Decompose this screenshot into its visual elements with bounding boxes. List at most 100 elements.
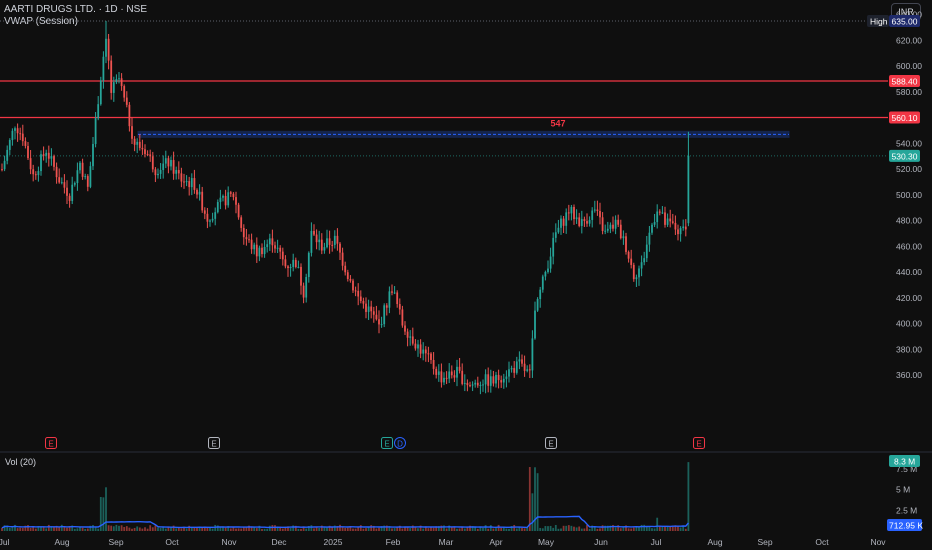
candle-body: [58, 177, 61, 183]
volume-bar: [354, 528, 357, 531]
candle-body: [565, 212, 568, 226]
candle-body: [112, 82, 115, 93]
candle-body: [508, 369, 510, 377]
volume-bar: [476, 528, 479, 531]
time-tick-label: Apr: [489, 537, 502, 547]
volume-bar: [344, 527, 347, 531]
candle-body: [614, 219, 617, 229]
candle-body: [42, 154, 45, 156]
candle-body: [180, 173, 183, 182]
candle-body: [19, 133, 22, 135]
volume-bar: [263, 528, 266, 531]
volume-bar: [482, 527, 484, 531]
candle-body: [81, 162, 84, 177]
candle-body: [45, 152, 48, 156]
candle-body: [604, 230, 607, 232]
price-chart[interactable]: 660.00640.00620.00600.00580.00540.00520.…: [0, 0, 932, 550]
candle-body: [466, 382, 469, 386]
volume-bar: [601, 525, 604, 531]
volume-bar: [289, 527, 292, 531]
candle-body: [336, 235, 339, 244]
candle-body: [248, 239, 250, 241]
candle-body: [417, 344, 419, 349]
candle-body: [440, 371, 443, 383]
candle-body: [638, 268, 640, 278]
volume-bar: [170, 527, 172, 531]
volume-bar: [661, 526, 664, 531]
candle-body: [162, 163, 165, 170]
volume-bar: [310, 525, 313, 531]
candle-body: [567, 212, 570, 214]
high-tag-label: High: [870, 17, 888, 27]
candle-body: [76, 170, 79, 184]
time-tick-label: Jun: [594, 537, 608, 547]
volume-bar: [684, 528, 687, 531]
candle-body: [307, 252, 310, 278]
candle-body: [227, 192, 230, 206]
volume-bar: [216, 525, 219, 531]
volume-bar: [131, 528, 133, 531]
candle-body: [214, 212, 217, 219]
candle-body: [492, 376, 495, 384]
volume-bar: [588, 528, 591, 531]
candle-body: [552, 237, 555, 257]
time-tick-label: Jul: [0, 537, 10, 547]
candle-body: [315, 234, 318, 243]
candle-body: [344, 265, 347, 273]
volume-bar: [378, 527, 380, 531]
candle-body: [606, 228, 609, 231]
candle-body: [354, 290, 357, 292]
volume-bar: [492, 528, 495, 531]
candle-body: [549, 256, 552, 269]
candle-body: [677, 229, 679, 235]
candle-body: [526, 369, 529, 371]
volume-bar: [391, 528, 393, 531]
candle-body: [367, 306, 370, 312]
candle-body: [495, 374, 497, 384]
candle-body: [164, 158, 167, 164]
time-tick-label: Oct: [165, 537, 179, 547]
volume-bar: [105, 487, 107, 531]
candle-body: [380, 324, 383, 326]
candle-body: [287, 266, 289, 269]
volume-bar: [497, 524, 500, 531]
candle-body: [424, 349, 427, 354]
candle-body: [609, 224, 612, 229]
volume-bar: [521, 527, 523, 531]
candle-body: [469, 385, 471, 387]
candle-body: [284, 259, 287, 267]
zone-label: 547: [550, 118, 565, 128]
candle-body: [279, 247, 282, 252]
candle-body: [167, 158, 170, 167]
volume-bar: [367, 527, 370, 531]
candle-body: [138, 141, 141, 148]
candle-body: [24, 141, 27, 146]
last-price-label: 530.30: [892, 151, 918, 161]
candle-body: [224, 195, 227, 206]
candle-body: [656, 211, 659, 223]
volume-bar: [484, 525, 487, 531]
volume-bar: [175, 528, 178, 531]
candle-body: [193, 178, 196, 190]
volume-bar: [185, 528, 188, 531]
candle-body: [461, 370, 464, 384]
volume-bar: [489, 525, 492, 531]
volume-bar: [164, 528, 167, 531]
volume-bar: [627, 528, 630, 531]
candle-body: [515, 361, 518, 373]
volume-bar: [346, 527, 349, 531]
volume-bar: [427, 528, 430, 531]
candle-body: [562, 218, 565, 226]
candle-body: [630, 258, 633, 265]
candle-body: [419, 344, 422, 354]
candle-body: [658, 211, 661, 213]
volume-bar: [128, 527, 131, 531]
candle-body: [159, 169, 162, 174]
candle-body: [120, 78, 123, 87]
volume-bar: [313, 528, 315, 531]
candle-body: [128, 104, 131, 127]
volume-bar: [292, 525, 295, 531]
volume-bar: [94, 527, 97, 531]
candle-body: [645, 244, 648, 259]
candle-body: [339, 243, 341, 253]
